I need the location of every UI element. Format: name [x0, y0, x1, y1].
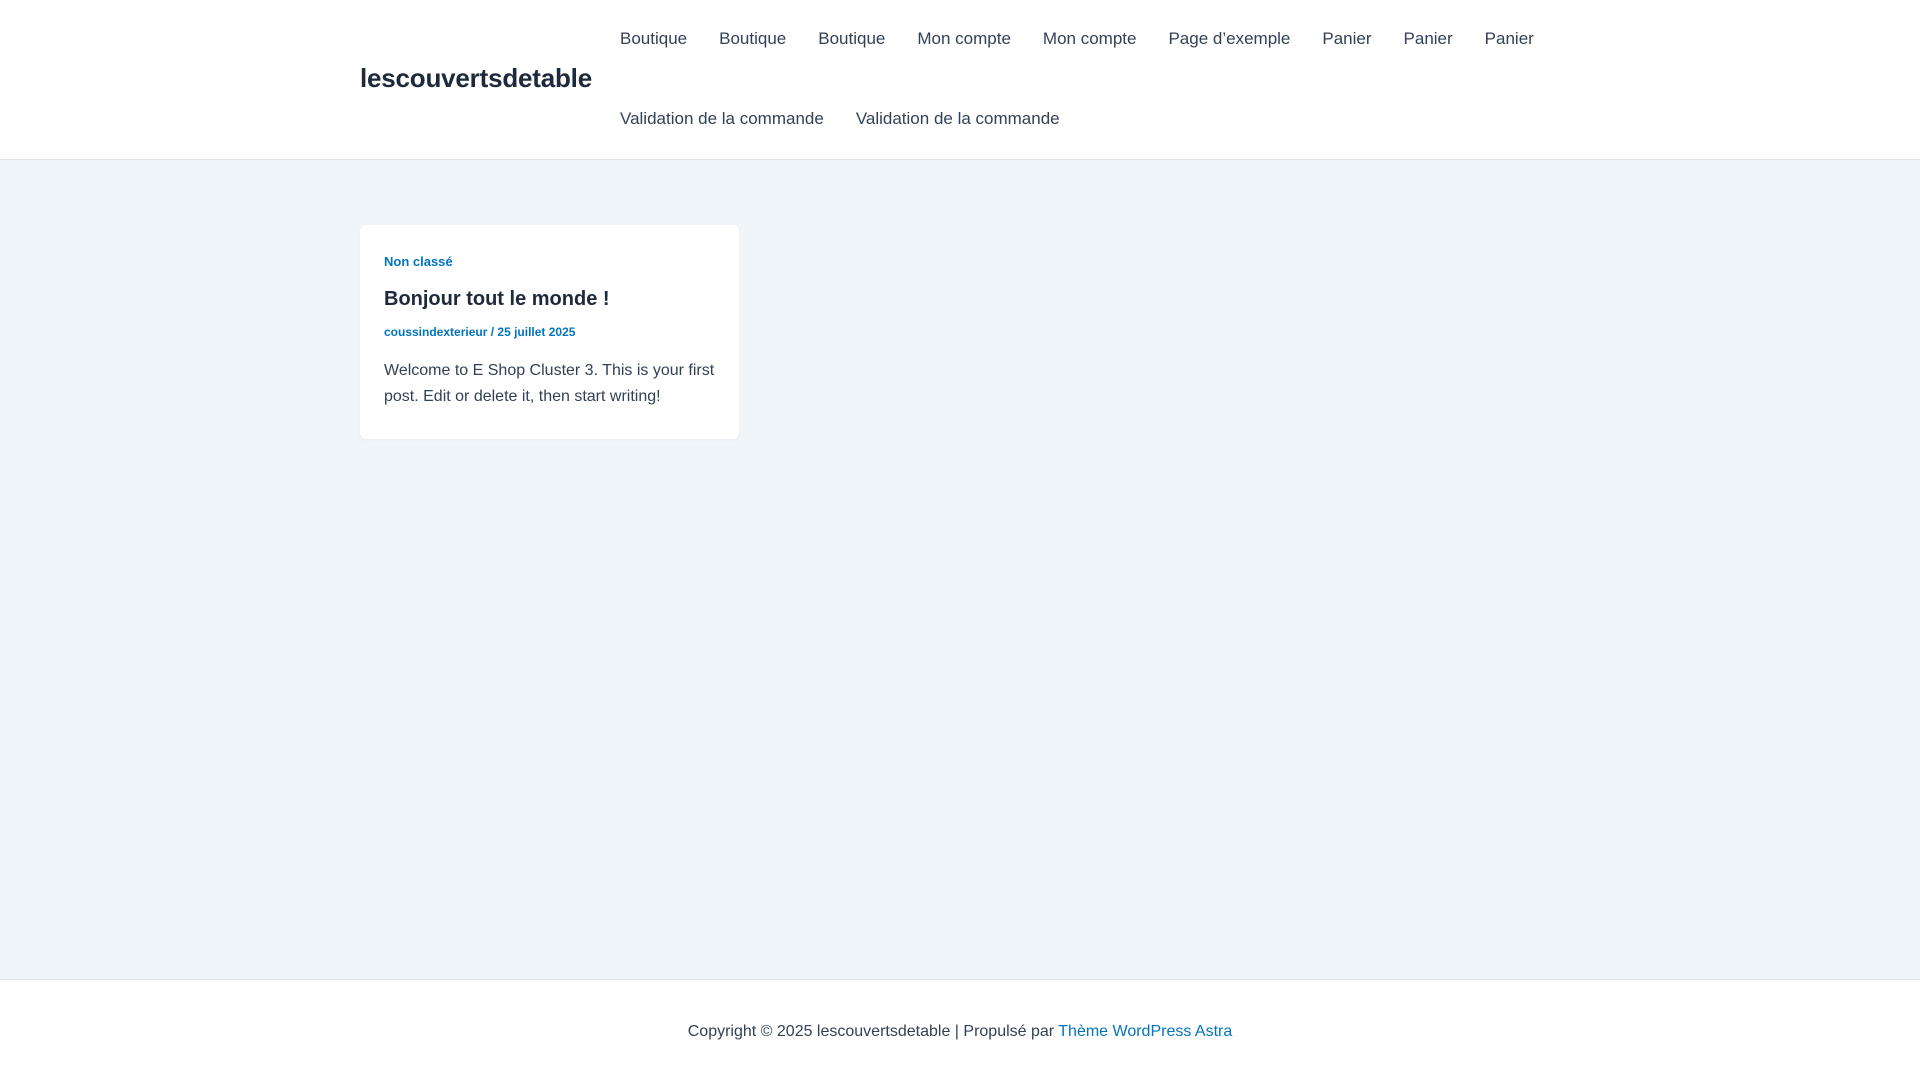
nav-item-panier-3[interactable]: Panier: [1469, 19, 1550, 59]
post-excerpt: Welcome to E Shop Cluster 3. This is you…: [384, 362, 715, 405]
post-author-link[interactable]: coussindexterieur: [384, 325, 487, 339]
post-meta: coussindexterieur / 25 juillet 2025: [384, 324, 715, 340]
post-category-link[interactable]: Non classé: [384, 253, 715, 271]
footer-theme-link[interactable]: Thème WordPress Astra: [1058, 1023, 1232, 1040]
footer-copyright-text: Copyright © 2025 lescouvertsdetable | Pr…: [687, 1023, 1059, 1040]
nav-item-boutique-3[interactable]: Boutique: [802, 19, 901, 59]
site-header: lescouvertsdetable Boutique Boutique Bou…: [0, 0, 1920, 160]
site-title-link[interactable]: lescouvertsdetable: [360, 62, 592, 94]
post-date: 25 juillet 2025: [497, 325, 576, 339]
site-footer: Copyright © 2025 lescouvertsdetable | Pr…: [0, 979, 1920, 1080]
post-title-link[interactable]: Bonjour tout le monde !: [384, 286, 715, 312]
nav-item-validation-commande-1[interactable]: Validation de la commande: [604, 99, 840, 139]
nav-item-boutique-1[interactable]: Boutique: [604, 19, 703, 59]
nav-item-page-exemple[interactable]: Page d’exemple: [1152, 19, 1306, 59]
post-meta-separator: /: [487, 325, 498, 339]
nav-item-panier-1[interactable]: Panier: [1306, 19, 1387, 59]
post-card: Non classé Bonjour tout le monde ! couss…: [360, 225, 739, 439]
nav-item-panier-2[interactable]: Panier: [1388, 19, 1469, 59]
primary-nav-row-1: Boutique Boutique Boutique Mon compte Mo…: [604, 19, 1550, 59]
primary-nav-row-2: Validation de la commande Validation de …: [604, 99, 1076, 139]
nav-item-validation-commande-2[interactable]: Validation de la commande: [840, 99, 1076, 139]
footer-copyright: Copyright © 2025 lescouvertsdetable | Pr…: [0, 1020, 1920, 1044]
nav-item-boutique-2[interactable]: Boutique: [703, 19, 802, 59]
nav-item-mon-compte-1[interactable]: Mon compte: [901, 19, 1027, 59]
nav-item-mon-compte-2[interactable]: Mon compte: [1027, 19, 1153, 59]
